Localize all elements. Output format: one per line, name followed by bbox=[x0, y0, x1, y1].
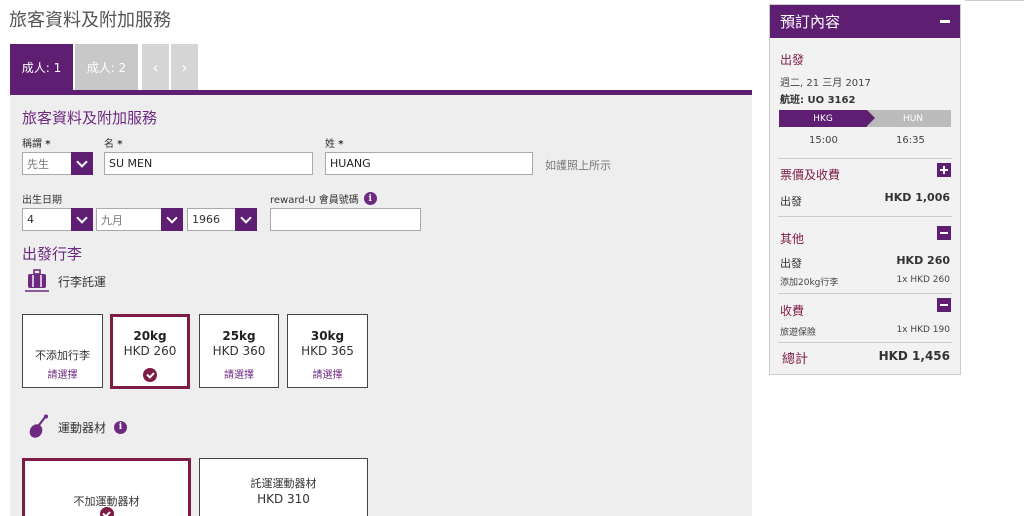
divider bbox=[778, 216, 952, 217]
baggage-option-none[interactable]: 不添加行李 請選擇 bbox=[22, 314, 103, 388]
fees-sub-amount: 1x HKD 190 bbox=[896, 325, 950, 335]
check-icon bbox=[99, 507, 114, 516]
route-destination: HUN bbox=[867, 110, 951, 127]
checked-baggage-heading: 行李託運 bbox=[24, 269, 106, 293]
golf-bag-icon bbox=[29, 414, 48, 438]
chevron-down-icon bbox=[71, 152, 93, 175]
reward-input[interactable] bbox=[270, 208, 421, 231]
sports-option-none[interactable]: 不加運動器材 bbox=[22, 458, 191, 516]
collapse-minus-icon[interactable] bbox=[937, 226, 951, 240]
luggage-icon bbox=[25, 269, 49, 292]
chevron-down-icon bbox=[71, 208, 93, 231]
page-title: 旅客資料及附加服務 bbox=[9, 10, 171, 31]
page-root: 旅客資料及附加服務 成人: 1 成人: 2 ‹ › 旅客資料及附加服務 稱謂 *… bbox=[0, 0, 1024, 516]
tab-adult-1[interactable]: 成人: 1 bbox=[10, 44, 73, 90]
first-name-label: 名 * bbox=[104, 139, 123, 150]
baggage-option-25kg[interactable]: 25kg HKD 360 請選擇 bbox=[199, 314, 279, 388]
fees-sub-item: 旅遊保險 bbox=[780, 328, 817, 338]
fares-heading: 票價及收費 bbox=[780, 168, 841, 182]
last-name-input[interactable]: HUANG bbox=[325, 152, 533, 175]
passport-hint: 如護照上所示 bbox=[545, 159, 611, 172]
total-label: 總計 bbox=[782, 352, 809, 367]
total-amount: HKD 1,456 bbox=[878, 349, 950, 363]
booking-summary-panel: 預訂內容 出發 週二, 21 三月 2017 航班: UO 3162 HKG H… bbox=[769, 4, 961, 375]
booking-summary-header[interactable]: 預訂內容 bbox=[770, 5, 960, 38]
other-sub-item: 添加20kg行李 bbox=[780, 278, 839, 288]
first-name-input[interactable]: SU MEN bbox=[104, 152, 313, 175]
info-icon[interactable]: i bbox=[114, 420, 128, 434]
other-heading: 其他 bbox=[780, 232, 805, 246]
flight-date: 週二, 21 三月 2017 bbox=[780, 78, 871, 89]
route-origin: HKG bbox=[779, 110, 875, 127]
sports-option-checked[interactable]: 託運運動器材 HKD 310 bbox=[199, 458, 368, 516]
departure-heading: 出發 bbox=[780, 53, 805, 67]
top-divider bbox=[965, 0, 1024, 1]
tab-prev-button[interactable]: ‹ bbox=[142, 44, 169, 90]
collapse-icon[interactable] bbox=[940, 20, 950, 23]
chevron-right-icon: › bbox=[181, 57, 188, 77]
fees-heading: 收費 bbox=[780, 304, 805, 318]
baggage-option-20kg[interactable]: 20kg HKD 260 bbox=[110, 314, 190, 389]
collapse-minus-icon[interactable] bbox=[937, 298, 951, 312]
baggage-option-30kg[interactable]: 30kg HKD 365 請選擇 bbox=[287, 314, 368, 388]
check-icon bbox=[143, 368, 157, 382]
fares-item: 出發 bbox=[780, 195, 802, 208]
flight-number: 航班: UO 3162 bbox=[780, 95, 856, 106]
title-select[interactable]: 先生 bbox=[22, 152, 93, 175]
chevron-down-icon bbox=[161, 208, 183, 231]
route-indicator: HKG HUN bbox=[779, 110, 951, 127]
passenger-form-panel: 旅客資料及附加服務 稱謂 * 名 * 姓 * 先生 SU MEN HUANG 如… bbox=[10, 95, 752, 516]
other-sub-amount: 1x HKD 260 bbox=[896, 275, 950, 285]
info-icon[interactable]: i bbox=[363, 192, 377, 205]
tab-adult-2[interactable]: 成人: 2 bbox=[75, 44, 138, 90]
chevron-left-icon: ‹ bbox=[152, 57, 159, 77]
other-item: 出發 bbox=[780, 257, 802, 270]
tab-next-button[interactable]: › bbox=[171, 44, 198, 90]
departure-time: 15:00 bbox=[809, 135, 838, 146]
arrival-time: 16:35 bbox=[896, 135, 925, 146]
dob-label: 出生日期 bbox=[22, 195, 62, 206]
dob-day-select[interactable]: 4 bbox=[22, 208, 93, 231]
other-amount: HKD 260 bbox=[896, 254, 950, 267]
last-name-label: 姓 * bbox=[325, 139, 344, 150]
reward-label: reward-U 會員號碼 i bbox=[270, 191, 377, 206]
divider bbox=[778, 342, 952, 343]
divider bbox=[778, 293, 952, 294]
baggage-section-title: 出發行李 bbox=[22, 245, 83, 263]
fares-amount: HKD 1,006 bbox=[884, 191, 950, 204]
form-section-title: 旅客資料及附加服務 bbox=[22, 109, 158, 127]
sports-equipment-heading: 運動器材 i bbox=[26, 414, 128, 440]
dob-year-select[interactable]: 1966 bbox=[187, 208, 257, 231]
chevron-down-icon bbox=[235, 208, 257, 231]
expand-plus-icon[interactable] bbox=[937, 163, 951, 177]
dob-month-select[interactable]: 九月 bbox=[96, 208, 183, 231]
divider bbox=[778, 158, 952, 159]
title-label: 稱謂 * bbox=[22, 139, 51, 150]
